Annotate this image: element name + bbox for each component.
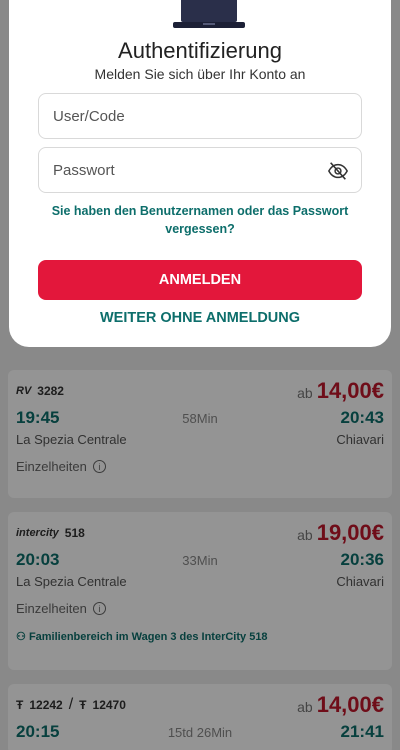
eye-off-icon[interactable]: [327, 160, 349, 182]
password-field[interactable]: [38, 147, 362, 193]
password-input[interactable]: [53, 161, 347, 179]
user-input[interactable]: [53, 107, 347, 125]
forgot-line-1: Sie haben den Benutzernamen oder das Pas…: [51, 204, 349, 218]
user-field[interactable]: [38, 93, 362, 139]
modal-subtitle: Melden Sie sich über Ihr Konto an: [94, 66, 306, 82]
forgot-credentials-link[interactable]: Sie haben den Benutzernamen oder das Pas…: [38, 202, 362, 238]
modal-title: Authentifizierung: [118, 38, 282, 63]
laptop-icon: [173, 0, 245, 28]
continue-without-login-button[interactable]: WEITER OHNE ANMELDUNG: [38, 310, 362, 326]
login-button[interactable]: ANMELDEN: [38, 260, 362, 300]
login-modal: Authentifizierung Melden Sie sich über I…: [9, 0, 391, 347]
forgot-line-2: vergessen?: [165, 222, 235, 236]
